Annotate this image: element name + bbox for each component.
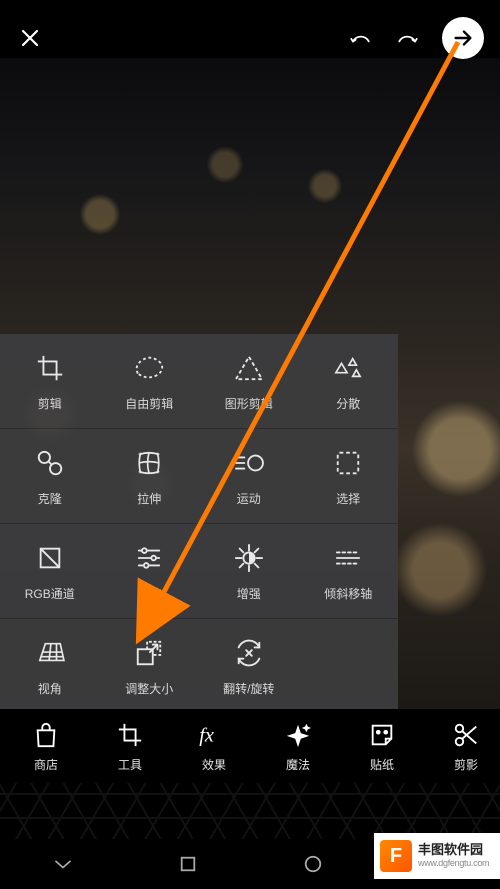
perspective-icon	[34, 636, 66, 670]
redo-icon[interactable]	[394, 24, 422, 52]
triangle-dashed-icon	[234, 351, 264, 385]
tab-cut[interactable]: 剪影	[426, 720, 500, 773]
tool-label: 拉伸	[137, 490, 161, 507]
watermark-title: 丰图软件园	[418, 843, 489, 858]
tool-label: 图形剪辑	[225, 395, 273, 412]
tool-label: 运动	[237, 490, 261, 507]
tool-label: 翻转/旋转	[223, 680, 274, 697]
crop-icon	[117, 720, 143, 750]
tool-adjust[interactable]: 调节	[100, 524, 200, 619]
bag-icon	[33, 720, 59, 750]
top-toolbar	[16, 16, 484, 60]
tool-label: 自由剪辑	[125, 395, 173, 412]
lasso-icon	[132, 351, 166, 385]
tool-shape-crop[interactable]: 图形剪辑	[199, 334, 299, 429]
motion-icon	[233, 446, 265, 480]
tab-effects[interactable]: fx 效果	[174, 720, 254, 773]
sticker-icon	[368, 720, 396, 750]
top-left-group	[16, 24, 44, 52]
tab-tools[interactable]: 工具	[90, 720, 170, 773]
tool-label: 增强	[237, 585, 261, 602]
tool-label: 选择	[336, 490, 360, 507]
fx-icon: fx	[199, 720, 229, 750]
scatter-icon	[332, 351, 364, 385]
tool-rotate[interactable]: 翻转/旋转	[199, 619, 299, 714]
tab-label: 剪影	[454, 756, 478, 773]
tool-label: 调整大小	[125, 680, 173, 697]
rgb-icon	[36, 541, 64, 575]
tool-panel: 剪辑 自由剪辑 图形剪辑 分散 克隆 拉伸 运动	[0, 334, 398, 714]
tab-label: 效果	[202, 756, 226, 773]
tool-motion[interactable]: 运动	[199, 429, 299, 524]
sparkle-icon	[284, 720, 312, 750]
scissors-icon	[452, 720, 480, 750]
tool-label: 剪辑	[38, 395, 62, 412]
tilt-icon	[333, 541, 363, 575]
tool-clone[interactable]: 克隆	[0, 429, 100, 524]
mesh-icon	[135, 446, 163, 480]
nav-recent-icon[interactable]	[174, 850, 202, 878]
tab-label: 工具	[118, 756, 142, 773]
resize-icon	[134, 636, 164, 670]
watermark-url: www.dgfengtu.com	[418, 858, 489, 868]
tool-label: 克隆	[38, 490, 62, 507]
tab-label: 魔法	[286, 756, 310, 773]
tool-resize[interactable]: 调整大小	[100, 619, 200, 714]
watermark-logo: F	[380, 840, 412, 872]
bottom-tab-bar: 商店 工具 fx 效果 魔法 贴纸 剪影	[0, 709, 500, 783]
watermark: F 丰图软件园 www.dgfengtu.com	[374, 833, 500, 879]
tool-rgb[interactable]: RGB通道	[0, 524, 100, 619]
close-icon[interactable]	[16, 24, 44, 52]
rotate-icon	[233, 636, 265, 670]
top-right-group	[346, 17, 484, 59]
tab-label: 贴纸	[370, 756, 394, 773]
tool-stretch[interactable]: 拉伸	[100, 429, 200, 524]
tool-enhance[interactable]: 增强	[199, 524, 299, 619]
next-button[interactable]	[442, 17, 484, 59]
sliders-icon	[135, 541, 163, 575]
tab-label: 商店	[34, 756, 58, 773]
nav-expand-icon[interactable]	[49, 850, 77, 878]
tool-label: 调节	[137, 585, 161, 602]
nav-home-icon[interactable]	[299, 850, 327, 878]
tab-magic[interactable]: 魔法	[258, 720, 338, 773]
watermark-text: 丰图软件园 www.dgfengtu.com	[418, 843, 489, 868]
tool-tilt[interactable]: 倾斜移轴	[299, 524, 399, 619]
clone-icon	[35, 446, 65, 480]
enhance-icon	[234, 541, 264, 575]
tool-label: 视角	[38, 680, 62, 697]
tool-label: 分散	[336, 395, 360, 412]
tool-perspective[interactable]: 视角	[0, 619, 100, 714]
crop-icon	[35, 351, 65, 385]
tool-scatter[interactable]: 分散	[299, 334, 399, 429]
tool-select[interactable]: 选择	[299, 429, 399, 524]
tab-sticker[interactable]: 贴纸	[342, 720, 422, 773]
tool-label: RGB通道	[25, 585, 75, 602]
select-icon	[334, 446, 362, 480]
tool-free-crop[interactable]: 自由剪辑	[100, 334, 200, 429]
svg-text:fx: fx	[199, 724, 214, 746]
tab-store[interactable]: 商店	[6, 720, 86, 773]
undo-icon[interactable]	[346, 24, 374, 52]
tool-label: 倾斜移轴	[324, 585, 372, 602]
tool-crop[interactable]: 剪辑	[0, 334, 100, 429]
